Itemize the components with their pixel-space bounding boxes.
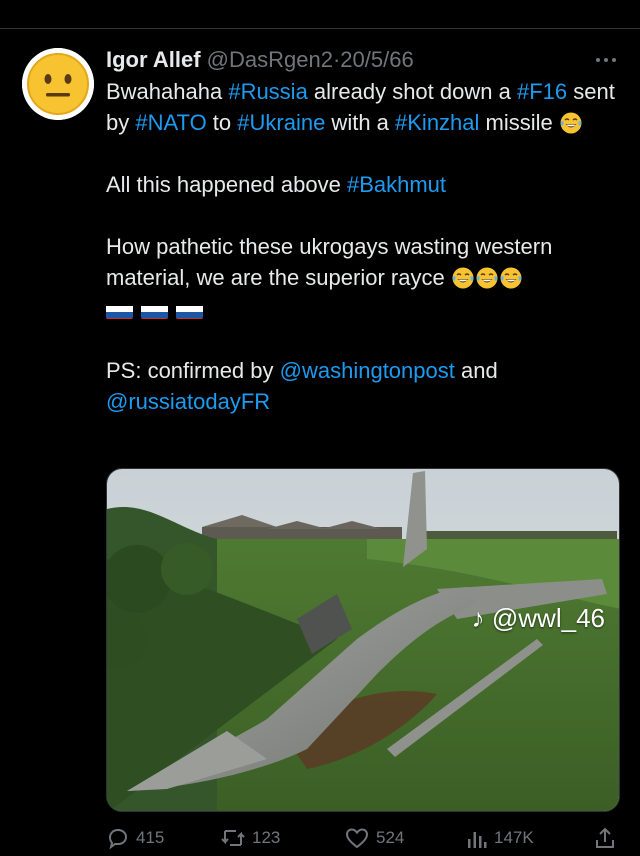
reply-icon: [108, 828, 128, 850]
tweet-text-run: and: [454, 358, 498, 383]
reply-button[interactable]: 415: [106, 826, 164, 850]
tweet-paragraph: All this happened above #Bakhmut: [106, 169, 626, 200]
neutral-face-emoji-icon: [22, 48, 94, 120]
tweet-content: Igor Allef @DasRgen2·20/5/66 Bwahahaha #…: [106, 44, 626, 417]
share-icon: [596, 827, 614, 848]
crashed-jet-photo: [107, 469, 619, 811]
reply-count: 415: [136, 828, 165, 847]
hashtag-link[interactable]: #Kinzhal: [395, 110, 479, 135]
hashtag-link[interactable]: #NATO: [135, 110, 206, 135]
tweet-text-run: Bwahahaha: [106, 79, 229, 104]
author-name[interactable]: Igor Allef: [106, 47, 201, 72]
avatar[interactable]: [22, 48, 94, 120]
russia-flag-icon: [106, 301, 133, 320]
retweet-count: 123: [252, 828, 281, 847]
hashtag-link[interactable]: #Bakhmut: [347, 172, 446, 197]
russia-flag-icon: [176, 301, 203, 320]
tweet-paragraph: PS: confirmed by @washingtonpost and @ru…: [106, 355, 626, 417]
laughing-crying-emoji-icon: [500, 267, 522, 289]
tweet-text-run: already shot down a: [307, 79, 517, 104]
share-button[interactable]: [594, 826, 616, 850]
tweet-paragraph: Bwahahaha #Russia already shot down a #F…: [106, 76, 626, 138]
tiktok-icon: ♪: [471, 603, 485, 633]
mention-link[interactable]: @russiatodayFR: [106, 389, 270, 414]
like-count: 524: [376, 828, 405, 847]
top-divider: [0, 28, 640, 29]
views-count: 147K: [494, 828, 534, 847]
laughing-crying-emoji-icon: [452, 267, 474, 289]
tweet-media-image[interactable]: ♪ @wwl_46: [106, 468, 620, 812]
heart-icon: [345, 828, 369, 849]
views-icon: [468, 832, 487, 848]
tweet-paragraph: How pathetic these ukrogays wasting west…: [106, 231, 626, 324]
tweet-actions: 415 123 524 147K: [106, 826, 626, 856]
tweet-text-run: PS: confirmed by: [106, 358, 280, 383]
laughing-crying-emoji-icon: [560, 112, 582, 134]
mention-link[interactable]: @washingtonpost: [280, 358, 455, 383]
tweet-text-run: missile: [479, 110, 559, 135]
views-button[interactable]: 147K: [466, 826, 534, 850]
hashtag-link[interactable]: #Russia: [228, 79, 307, 104]
tweet-text-run: with a: [325, 110, 396, 135]
author-handle[interactable]: @DasRgen2: [207, 47, 333, 72]
tweet-header: Igor Allef @DasRgen2·20/5/66: [106, 44, 626, 76]
tweet-text: Bwahahaha #Russia already shot down a #F…: [106, 76, 626, 417]
hashtag-link[interactable]: #Ukraine: [237, 110, 325, 135]
hashtag-link[interactable]: #F16: [517, 79, 567, 104]
tweet-date[interactable]: 20/5/66: [340, 47, 413, 72]
tweet-text-run: All this happened above: [106, 172, 347, 197]
tweet-text-run: to: [206, 110, 238, 135]
retweet-icon: [221, 830, 245, 846]
laughing-crying-emoji-icon: [476, 267, 498, 289]
watermark-text: @wwl_46: [491, 603, 605, 633]
retweet-button[interactable]: 123: [220, 826, 280, 850]
russia-flag-icon: [141, 301, 168, 320]
tiktok-watermark: ♪ @wwl_46: [472, 603, 605, 633]
like-button[interactable]: 524: [344, 826, 404, 850]
